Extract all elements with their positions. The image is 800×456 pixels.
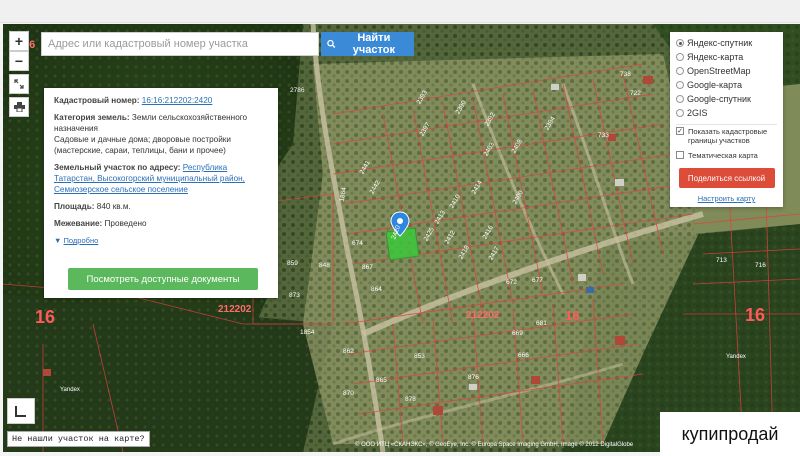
region-number-label: 16 <box>565 308 580 323</box>
layer-option-2gis[interactable]: 2GIS <box>676 106 777 120</box>
block-number-label: 212202 <box>466 310 500 321</box>
print-button[interactable] <box>9 97 29 117</box>
ruler-button[interactable] <box>7 398 35 424</box>
address-label: Земельный участок по адресу: <box>54 163 181 172</box>
satellite-map[interactable]: 2786 2393 2390 2392 2394 2397 2403 2408 … <box>3 24 800 452</box>
region-number-label: 16 <box>745 305 766 325</box>
layer-option-yandex-satellite[interactable]: Яндекс-спутник <box>676 36 777 50</box>
layer-label: Google-карта <box>687 80 742 90</box>
survey-value: Проведено <box>104 219 147 228</box>
block-number-label: 212202 <box>218 304 252 315</box>
radio-icon[interactable] <box>676 81 684 89</box>
layer-option-yandex-map[interactable]: Яндекс-карта <box>676 50 777 64</box>
radio-icon[interactable] <box>676 109 684 117</box>
layer-label: Google-спутник <box>687 94 751 104</box>
configure-map-link[interactable]: Настроить карту <box>676 194 777 203</box>
layer-switcher-panel: Яндекс-спутник Яндекс-карта OpenStreetMa… <box>670 32 783 207</box>
share-link-label: Поделиться ссылкой <box>687 173 766 183</box>
thematic-map-label: Тематическая карта <box>688 151 758 160</box>
browser-top-bar <box>0 0 800 23</box>
radio-icon[interactable] <box>676 53 684 61</box>
permitted-use-value: Садовые и дачные дома; дворовые постройк… <box>54 135 231 155</box>
expand-button[interactable] <box>9 74 29 94</box>
find-parcel-label: Найти участок <box>352 32 395 56</box>
zoom-out-label: − <box>14 53 24 69</box>
checkbox-checked-icon[interactable]: ✓ <box>676 127 684 135</box>
cadastral-number-link[interactable]: 16:16:212202:2420 <box>142 96 213 105</box>
layer-label: Яндекс-карта <box>687 52 744 62</box>
layer-option-google-satellite[interactable]: Google-спутник <box>676 92 777 106</box>
layer-label: Яндекс-спутник <box>687 38 753 48</box>
more-details-link[interactable]: Подробно <box>64 236 99 245</box>
radio-icon[interactable] <box>676 95 684 103</box>
map-copyright: © ООО ИТЦ «СКАНЭКС», © GeoEye, Inc. © Eu… <box>355 442 634 448</box>
share-link-button[interactable]: Поделиться ссылкой <box>678 168 775 188</box>
find-parcel-button[interactable]: Найти участок <box>321 32 414 56</box>
search-input[interactable] <box>41 32 319 56</box>
chevron-down-icon: ▼ <box>54 236 62 245</box>
area-value: 840 кв.м. <box>96 202 131 211</box>
yandex-label: Yandex <box>726 354 746 360</box>
area-label: Площадь: <box>54 202 95 211</box>
ruler-icon <box>15 406 26 417</box>
yandex-label: Yandex <box>60 387 80 393</box>
zoom-in-label: + <box>14 33 24 49</box>
search-icon <box>327 39 336 48</box>
region-number-label: 16 <box>35 307 56 327</box>
radio-icon[interactable] <box>676 67 684 75</box>
show-borders-option[interactable]: ✓ Показать кадастровые границы участков <box>676 127 777 145</box>
layer-label: 2GIS <box>687 108 708 118</box>
layer-option-osm[interactable]: OpenStreetMap <box>676 64 777 78</box>
layer-option-google-map[interactable]: Google-карта <box>676 78 777 92</box>
checkbox-icon[interactable] <box>676 151 684 159</box>
fullscreen-icon <box>14 79 24 89</box>
cadastral-number-label: Кадастровый номер: <box>54 96 140 105</box>
land-category-label: Категория земель: <box>54 113 130 122</box>
survey-label: Межевание: <box>54 219 103 228</box>
radio-icon[interactable] <box>676 39 684 47</box>
print-icon <box>13 102 25 112</box>
view-documents-label: Посмотреть доступные документы <box>86 273 240 285</box>
not-found-link[interactable]: Не нашли участок на карте? <box>7 431 150 447</box>
more-details-toggle[interactable]: ▼ Подробно <box>54 235 268 246</box>
layer-label: OpenStreetMap <box>687 66 751 76</box>
thematic-map-option[interactable]: Тематическая карта <box>676 151 777 160</box>
show-borders-label: Показать кадастровые границы участков <box>688 127 768 145</box>
watermark-label: купипродай <box>660 412 800 456</box>
zoom-out-button[interactable]: − <box>9 51 29 71</box>
zoom-in-button[interactable]: + <box>9 31 29 51</box>
parcel-info-panel: Кадастровый номер: 16:16:212202:2420 Кат… <box>44 88 278 298</box>
view-documents-button[interactable]: Посмотреть доступные документы <box>68 268 258 290</box>
